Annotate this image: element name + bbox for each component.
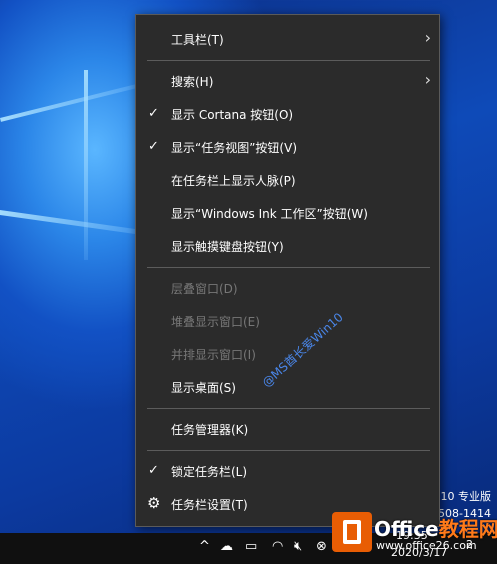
taskbar-context-menu: 工具栏(T) › 搜索(H) › ✓ 显示 Cortana 按钮(O) ✓ 显示…: [135, 14, 440, 527]
site-url: www.office26.com: [376, 539, 477, 552]
checkmark-icon: ✓: [148, 139, 159, 154]
menu-item-cascade-windows: 层叠窗口(D): [171, 282, 238, 296]
watermark-edition: 10 专业版: [440, 490, 492, 503]
menu-item-show-desktop[interactable]: 显示桌面(S): [136, 371, 439, 404]
volume-muted-icon[interactable]: 🔇︎: [294, 539, 302, 554]
chevron-right-icon: ›: [424, 70, 431, 89]
chevron-right-icon: ›: [424, 28, 431, 47]
onedrive-cloud-icon[interactable]: ☁: [220, 539, 233, 554]
battery-icon[interactable]: ▭: [245, 539, 257, 554]
menu-item-show-task-view[interactable]: ✓ 显示“任务视图”按钮(V): [136, 131, 439, 164]
menu-item-lock-taskbar[interactable]: ✓ 锁定任务栏(L): [136, 455, 439, 488]
network-error-icon[interactable]: ⊗: [316, 539, 327, 554]
menu-item-search[interactable]: 搜索(H) ›: [136, 65, 439, 98]
wifi-icon[interactable]: ◠: [272, 539, 283, 554]
show-hidden-icons-icon[interactable]: ^: [199, 539, 210, 554]
checkmark-icon: ✓: [148, 106, 159, 121]
menu-separator: [147, 267, 430, 268]
gear-icon: ⚙: [147, 494, 161, 512]
office-logo-icon: [332, 512, 372, 552]
menu-item-stack-windows: 堆叠显示窗口(E): [171, 315, 260, 329]
site-logo-text: Office教程网: [374, 513, 497, 542]
menu-item-show-windows-ink[interactable]: 显示“Windows Ink 工作区”按钮(W): [136, 197, 439, 230]
menu-item-show-touch-keyboard[interactable]: 显示触摸键盘按钮(Y): [136, 230, 439, 263]
menu-item-show-cortana[interactable]: ✓ 显示 Cortana 按钮(O): [136, 98, 439, 131]
logo-brand-cn: 教程网: [438, 517, 497, 541]
light-beam: [0, 81, 147, 122]
menu-item-show-people[interactable]: 在任务栏上显示人脉(P): [136, 164, 439, 197]
checkmark-icon: ✓: [148, 463, 159, 478]
menu-separator: [147, 408, 430, 409]
menu-separator: [147, 60, 430, 61]
menu-separator: [147, 450, 430, 451]
light-beam: [0, 210, 149, 236]
menu-item-toolbars[interactable]: 工具栏(T) ›: [136, 23, 439, 56]
menu-item-task-manager[interactable]: 任务管理器(K): [136, 413, 439, 446]
logo-brand-en: Office: [374, 517, 439, 541]
light-beam: [84, 70, 88, 260]
